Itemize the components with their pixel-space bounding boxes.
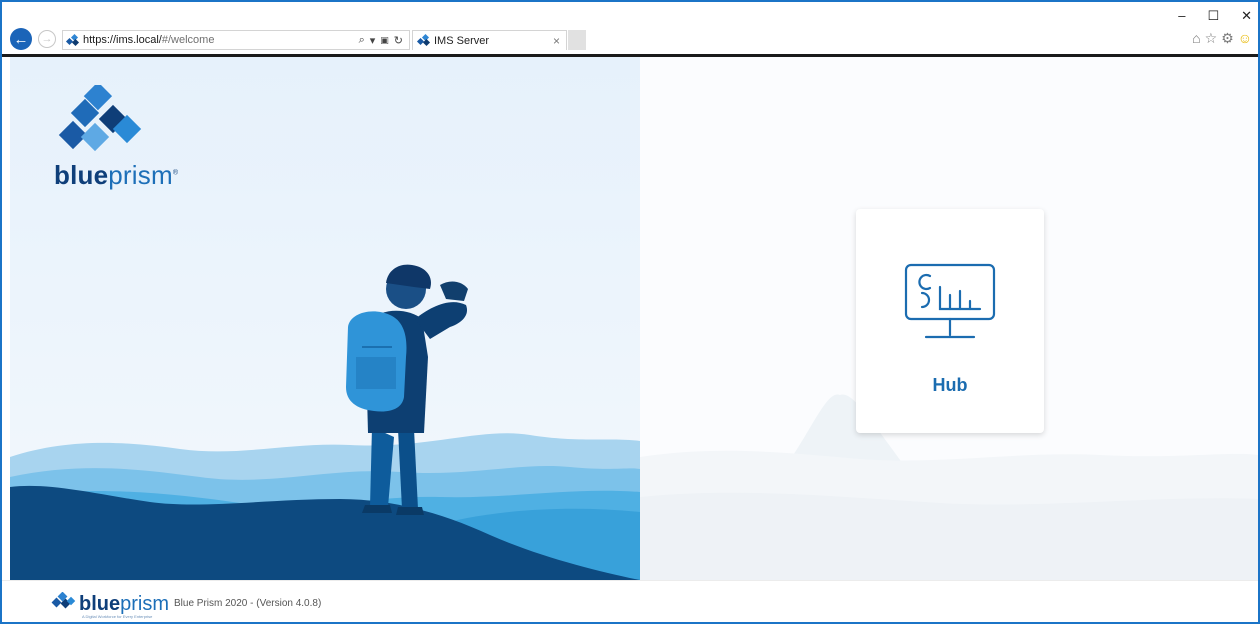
refresh-icon[interactable]: ↻ (394, 34, 403, 47)
footer-wordmark: blueprism (79, 592, 170, 615)
footer-tagline: A Digital Workforce for Every Enterprise (82, 614, 153, 619)
hub-tile[interactable]: Hub (856, 209, 1044, 433)
close-icon[interactable]: ✕ (1241, 8, 1252, 24)
address-url[interactable]: https://ims.local/#/welcome (83, 34, 359, 46)
dashboard-monitor-icon (904, 263, 996, 346)
version-label: Blue Prism 2020 - (Version 4.0.8) (174, 598, 322, 609)
welcome-page: blueprism® Hub (10, 57, 1258, 580)
back-button[interactable]: ← (10, 28, 32, 50)
browser-toolbar: ⌂ ☆ ⚙ ☺ (1192, 30, 1252, 47)
maximize-icon[interactable]: ☐ (1207, 8, 1219, 24)
tab-ims-server[interactable]: IMS Server × (412, 30, 567, 50)
app-selection-panel: Hub (640, 57, 1258, 580)
feedback-smiley-icon[interactable]: ☺ (1238, 30, 1252, 47)
browser-window: ← → https://ims.local/#/welcome ⌕ ▾ ▣ ↻ (0, 0, 1260, 624)
settings-gear-icon[interactable]: ⚙ (1221, 30, 1234, 47)
blueprism-logo-icon (53, 81, 157, 162)
address-bar[interactable]: https://ims.local/#/welcome ⌕ ▾ ▣ ↻ (62, 30, 410, 50)
new-tab-button[interactable] (568, 30, 586, 50)
browser-chrome: ← → https://ims.local/#/welcome ⌕ ▾ ▣ ↻ (2, 2, 1258, 57)
blueprism-wordmark: blueprism® (54, 160, 179, 190)
footer-logo: blueprism (50, 591, 170, 615)
blueprism-small-logo-icon (50, 591, 76, 615)
tab-title: IMS Server (434, 34, 490, 47)
lock-icon[interactable]: ▣ (380, 35, 389, 46)
home-icon[interactable]: ⌂ (1192, 30, 1200, 47)
blueprism-favicon-icon (65, 33, 80, 46)
footer: blueprism A Digital Workforce for Every … (2, 580, 1258, 622)
forward-arrow-icon: → (41, 32, 53, 45)
search-icon[interactable]: ⌕ (359, 34, 365, 47)
minimize-icon[interactable]: – (1178, 8, 1185, 24)
window-controls: – ☐ ✕ (1178, 8, 1252, 24)
dropdown-icon[interactable]: ▾ (370, 34, 376, 47)
hero-panel: blueprism® (10, 57, 640, 580)
hub-label: Hub (932, 375, 968, 395)
close-tab-icon[interactable]: × (553, 34, 560, 48)
blueprism-favicon-icon (416, 33, 431, 47)
favorites-star-icon[interactable]: ☆ (1205, 30, 1218, 47)
forward-button[interactable]: → (38, 30, 56, 48)
back-arrow-icon: ← (13, 30, 29, 48)
